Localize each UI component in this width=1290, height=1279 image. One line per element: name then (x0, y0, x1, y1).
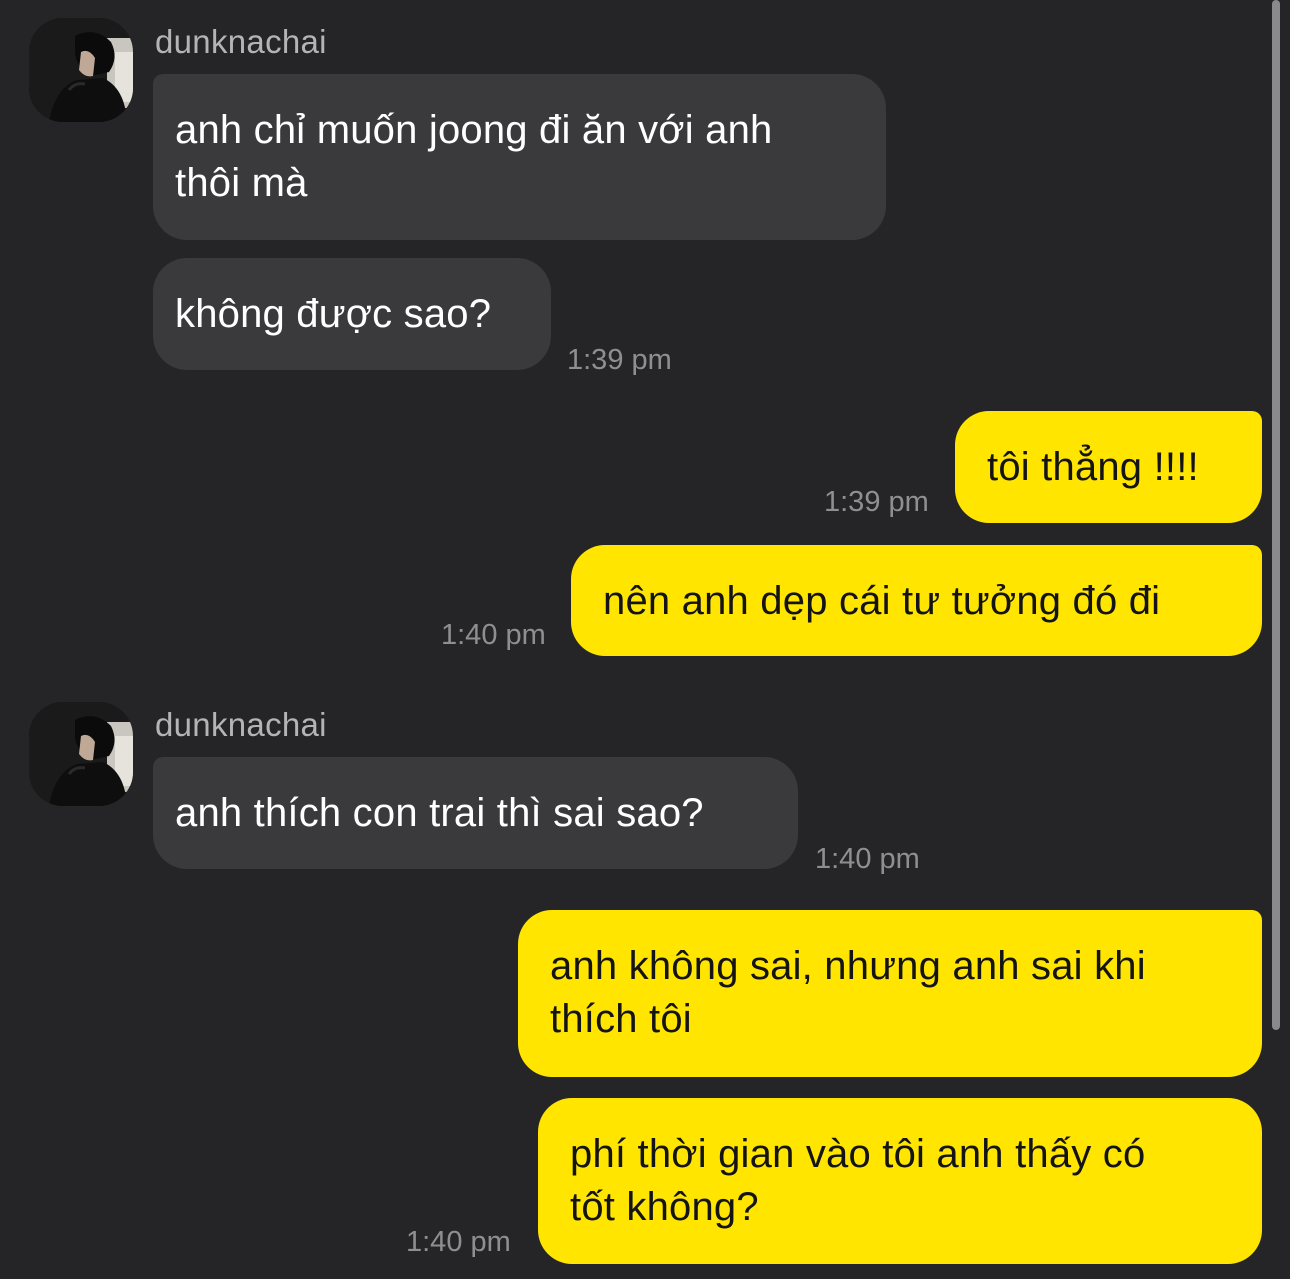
message-timestamp: 1:40 pm (406, 1226, 511, 1258)
contact-avatar[interactable] (29, 702, 133, 806)
message-timestamp: 1:39 pm (567, 344, 672, 376)
avatar-photo-icon (29, 18, 133, 122)
contact-avatar[interactable] (29, 18, 133, 122)
avatar-photo-icon (29, 702, 133, 806)
sender-name: dunknachai (155, 23, 327, 60)
message-text: không được sao? (175, 292, 492, 336)
message-line: anh chỉ muốn joong đi ăn với anh (175, 108, 773, 152)
outgoing-message-bubble[interactable]: anh không sai, nhưng anh sai khi thích t… (518, 910, 1262, 1077)
outgoing-message-bubble[interactable]: phí thời gian vào tôi anh thấy có tốt kh… (538, 1098, 1262, 1264)
scrollbar[interactable] (1272, 0, 1280, 1030)
message-timestamp: 1:40 pm (441, 619, 546, 651)
incoming-message-bubble[interactable]: không được sao? (153, 258, 551, 370)
message-line: thôi mà (175, 161, 308, 205)
message-line: tốt không? (570, 1185, 759, 1229)
sender-name: dunknachai (155, 706, 327, 743)
message-line: phí thời gian vào tôi anh thấy có (570, 1132, 1146, 1176)
outgoing-message-bubble[interactable]: tôi thẳng !!!! (955, 411, 1262, 523)
outgoing-message-bubble[interactable]: nên anh dẹp cái tư tưởng đó đi (571, 545, 1262, 656)
message-timestamp: 1:40 pm (815, 843, 920, 875)
message-text: nên anh dẹp cái tư tưởng đó đi (603, 579, 1161, 623)
incoming-message-bubble[interactable]: anh thích con trai thì sai sao? (153, 757, 798, 869)
message-timestamp: 1:39 pm (824, 486, 929, 518)
incoming-message-bubble[interactable]: anh chỉ muốn joong đi ăn với anh thôi mà (153, 74, 886, 240)
message-line: anh không sai, nhưng anh sai khi (550, 944, 1146, 988)
message-text: anh thích con trai thì sai sao? (175, 791, 704, 835)
message-line: thích tôi (550, 997, 692, 1041)
message-text: tôi thẳng !!!! (987, 445, 1199, 489)
